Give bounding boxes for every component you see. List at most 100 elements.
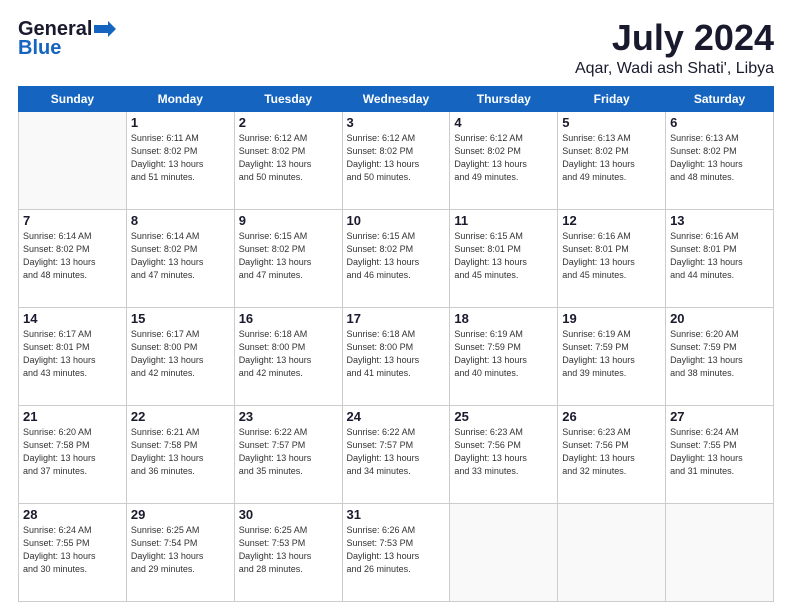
- day-info: Sunrise: 6:18 AM Sunset: 8:00 PM Dayligh…: [347, 328, 446, 380]
- day-info: Sunrise: 6:12 AM Sunset: 8:02 PM Dayligh…: [239, 132, 338, 184]
- day-info: Sunrise: 6:20 AM Sunset: 7:58 PM Dayligh…: [23, 426, 122, 478]
- day-number: 20: [670, 311, 769, 326]
- day-info: Sunrise: 6:18 AM Sunset: 8:00 PM Dayligh…: [239, 328, 338, 380]
- day-info: Sunrise: 6:13 AM Sunset: 8:02 PM Dayligh…: [670, 132, 769, 184]
- calendar-day-cell: 3 Sunrise: 6:12 AM Sunset: 8:02 PM Daylig…: [342, 111, 450, 209]
- calendar-week-row: 21 Sunrise: 6:20 AM Sunset: 7:58 PM Dayli…: [19, 405, 774, 503]
- calendar-day-cell: 21 Sunrise: 6:20 AM Sunset: 7:58 PM Dayli…: [19, 405, 127, 503]
- calendar-day-cell: 13 Sunrise: 6:16 AM Sunset: 8:01 PM Dayli…: [666, 209, 774, 307]
- day-info: Sunrise: 6:12 AM Sunset: 8:02 PM Dayligh…: [454, 132, 553, 184]
- header: General Blue July 2024 Aqar, Wadi ash Sh…: [18, 18, 774, 78]
- calendar-day-cell: 12 Sunrise: 6:16 AM Sunset: 8:01 PM Dayli…: [558, 209, 666, 307]
- day-info: Sunrise: 6:15 AM Sunset: 8:02 PM Dayligh…: [347, 230, 446, 282]
- day-info: Sunrise: 6:23 AM Sunset: 7:56 PM Dayligh…: [454, 426, 553, 478]
- calendar-week-row: 1Sunrise: 6:11 AM Sunset: 8:02 PM Daylig…: [19, 111, 774, 209]
- weekday-header: Friday: [558, 86, 666, 111]
- day-info: Sunrise: 6:16 AM Sunset: 8:01 PM Dayligh…: [562, 230, 661, 282]
- day-number: 24: [347, 409, 446, 424]
- calendar-day-cell: 7 Sunrise: 6:14 AM Sunset: 8:02 PM Daylig…: [19, 209, 127, 307]
- day-number: 22: [131, 409, 230, 424]
- calendar-week-row: 14 Sunrise: 6:17 AM Sunset: 8:01 PM Dayli…: [19, 307, 774, 405]
- page: General Blue July 2024 Aqar, Wadi ash Sh…: [0, 0, 792, 612]
- calendar-week-row: 7 Sunrise: 6:14 AM Sunset: 8:02 PM Daylig…: [19, 209, 774, 307]
- day-info: Sunrise: 6:21 AM Sunset: 7:58 PM Dayligh…: [131, 426, 230, 478]
- calendar-day-cell: 22 Sunrise: 6:21 AM Sunset: 7:58 PM Dayli…: [126, 405, 234, 503]
- day-info: Sunrise: 6:24 AM Sunset: 7:55 PM Dayligh…: [23, 524, 122, 576]
- calendar-day-cell: 5 Sunrise: 6:13 AM Sunset: 8:02 PM Daylig…: [558, 111, 666, 209]
- day-number: 17: [347, 311, 446, 326]
- logo-arrow-icon: [94, 21, 116, 37]
- calendar-day-cell: 10 Sunrise: 6:15 AM Sunset: 8:02 PM Dayli…: [342, 209, 450, 307]
- day-number: 31: [347, 507, 446, 522]
- day-info: Sunrise: 6:19 AM Sunset: 7:59 PM Dayligh…: [454, 328, 553, 380]
- calendar-day-cell: 11 Sunrise: 6:15 AM Sunset: 8:01 PM Dayli…: [450, 209, 558, 307]
- calendar-day-cell: [19, 111, 127, 209]
- day-number: 5: [562, 115, 661, 130]
- calendar-day-cell: [558, 503, 666, 601]
- calendar-day-cell: 23 Sunrise: 6:22 AM Sunset: 7:57 PM Dayli…: [234, 405, 342, 503]
- calendar-day-cell: 14 Sunrise: 6:17 AM Sunset: 8:01 PM Dayli…: [19, 307, 127, 405]
- day-number: 23: [239, 409, 338, 424]
- day-number: 2: [239, 115, 338, 130]
- day-number: 3: [347, 115, 446, 130]
- calendar-day-cell: 27Sunrise: 6:24 AM Sunset: 7:55 PM Dayli…: [666, 405, 774, 503]
- day-info: Sunrise: 6:25 AM Sunset: 7:53 PM Dayligh…: [239, 524, 338, 576]
- day-info: Sunrise: 6:15 AM Sunset: 8:02 PM Dayligh…: [239, 230, 338, 282]
- calendar-day-cell: 9 Sunrise: 6:15 AM Sunset: 8:02 PM Daylig…: [234, 209, 342, 307]
- day-number: 11: [454, 213, 553, 228]
- calendar-day-cell: 25 Sunrise: 6:23 AM Sunset: 7:56 PM Dayli…: [450, 405, 558, 503]
- day-number: 10: [347, 213, 446, 228]
- weekday-header: Monday: [126, 86, 234, 111]
- calendar-day-cell: 8 Sunrise: 6:14 AM Sunset: 8:02 PM Daylig…: [126, 209, 234, 307]
- day-number: 9: [239, 213, 338, 228]
- day-info: Sunrise: 6:16 AM Sunset: 8:01 PM Dayligh…: [670, 230, 769, 282]
- day-number: 25: [454, 409, 553, 424]
- calendar-day-cell: 29Sunrise: 6:25 AM Sunset: 7:54 PM Dayli…: [126, 503, 234, 601]
- day-info: Sunrise: 6:26 AM Sunset: 7:53 PM Dayligh…: [347, 524, 446, 576]
- main-title: July 2024: [575, 18, 774, 58]
- day-info: Sunrise: 6:17 AM Sunset: 8:00 PM Dayligh…: [131, 328, 230, 380]
- day-number: 7: [23, 213, 122, 228]
- day-info: Sunrise: 6:13 AM Sunset: 8:02 PM Dayligh…: [562, 132, 661, 184]
- day-info: Sunrise: 6:20 AM Sunset: 7:59 PM Dayligh…: [670, 328, 769, 380]
- calendar-day-cell: 28 Sunrise: 6:24 AM Sunset: 7:55 PM Dayli…: [19, 503, 127, 601]
- calendar-day-cell: 20 Sunrise: 6:20 AM Sunset: 7:59 PM Dayli…: [666, 307, 774, 405]
- day-number: 30: [239, 507, 338, 522]
- day-info: Sunrise: 6:14 AM Sunset: 8:02 PM Dayligh…: [131, 230, 230, 282]
- day-number: 28: [23, 507, 122, 522]
- subtitle: Aqar, Wadi ash Shati', Libya: [575, 60, 774, 78]
- day-number: 13: [670, 213, 769, 228]
- day-info: Sunrise: 6:22 AM Sunset: 7:57 PM Dayligh…: [347, 426, 446, 478]
- day-info: Sunrise: 6:12 AM Sunset: 8:02 PM Dayligh…: [347, 132, 446, 184]
- calendar-day-cell: [666, 503, 774, 601]
- day-number: 19: [562, 311, 661, 326]
- calendar-day-cell: 24 Sunrise: 6:22 AM Sunset: 7:57 PM Dayli…: [342, 405, 450, 503]
- weekday-header: Wednesday: [342, 86, 450, 111]
- day-number: 16: [239, 311, 338, 326]
- calendar-week-row: 28 Sunrise: 6:24 AM Sunset: 7:55 PM Dayli…: [19, 503, 774, 601]
- day-info: Sunrise: 6:23 AM Sunset: 7:56 PM Dayligh…: [562, 426, 661, 478]
- day-number: 8: [131, 213, 230, 228]
- day-number: 6: [670, 115, 769, 130]
- day-info: Sunrise: 6:17 AM Sunset: 8:01 PM Dayligh…: [23, 328, 122, 380]
- calendar-day-cell: 4Sunrise: 6:12 AM Sunset: 8:02 PM Daylig…: [450, 111, 558, 209]
- calendar-day-cell: 2 Sunrise: 6:12 AM Sunset: 8:02 PM Daylig…: [234, 111, 342, 209]
- day-info: Sunrise: 6:11 AM Sunset: 8:02 PM Dayligh…: [131, 132, 230, 184]
- day-number: 14: [23, 311, 122, 326]
- day-number: 12: [562, 213, 661, 228]
- calendar-day-cell: 15 Sunrise: 6:17 AM Sunset: 8:00 PM Dayli…: [126, 307, 234, 405]
- calendar-day-cell: 1Sunrise: 6:11 AM Sunset: 8:02 PM Daylig…: [126, 111, 234, 209]
- day-info: Sunrise: 6:15 AM Sunset: 8:01 PM Dayligh…: [454, 230, 553, 282]
- day-number: 21: [23, 409, 122, 424]
- logo-blue: Blue: [18, 37, 61, 60]
- day-number: 15: [131, 311, 230, 326]
- calendar-day-cell: 17 Sunrise: 6:18 AM Sunset: 8:00 PM Dayli…: [342, 307, 450, 405]
- calendar-day-cell: [450, 503, 558, 601]
- day-info: Sunrise: 6:14 AM Sunset: 8:02 PM Dayligh…: [23, 230, 122, 282]
- day-info: Sunrise: 6:22 AM Sunset: 7:57 PM Dayligh…: [239, 426, 338, 478]
- calendar-header-row: SundayMondayTuesdayWednesdayThursdayFrid…: [19, 86, 774, 111]
- weekday-header: Sunday: [19, 86, 127, 111]
- logo: General Blue: [18, 18, 116, 60]
- calendar-day-cell: 19Sunrise: 6:19 AM Sunset: 7:59 PM Dayli…: [558, 307, 666, 405]
- day-number: 26: [562, 409, 661, 424]
